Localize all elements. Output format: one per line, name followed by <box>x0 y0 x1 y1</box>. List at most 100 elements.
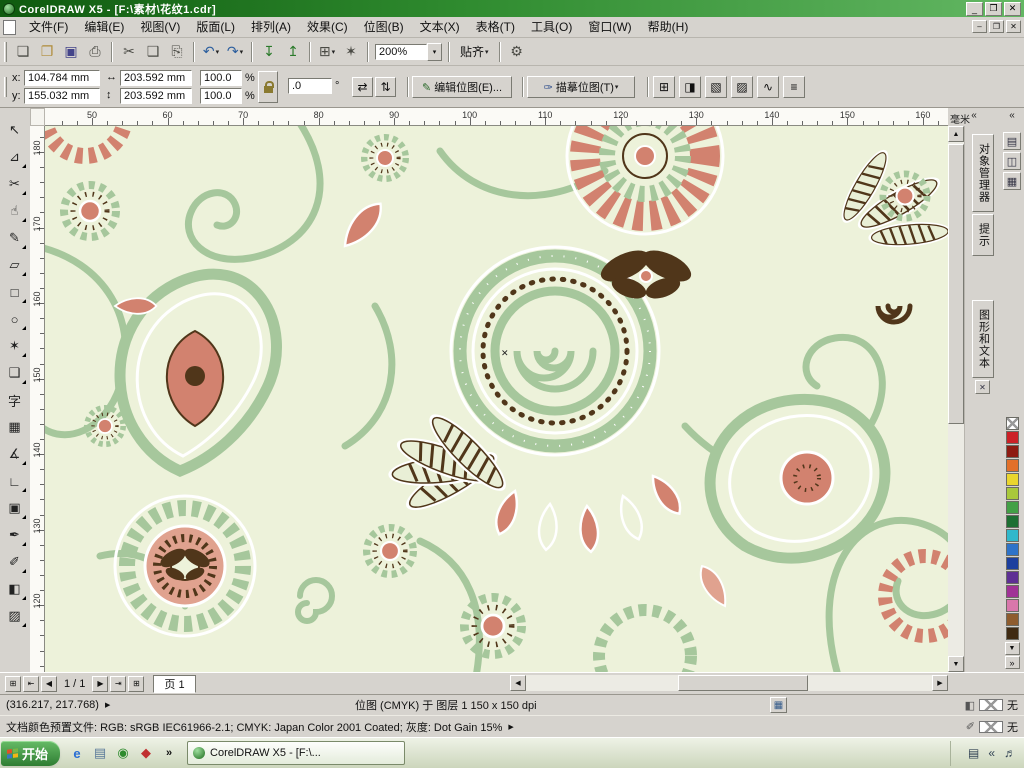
paste-button[interactable]: ⎘ <box>165 40 189 64</box>
zoom-dropdown-icon[interactable]: ▾ <box>427 43 442 61</box>
document-icon[interactable] <box>3 20 16 35</box>
wrap-text-button[interactable]: ≡ <box>783 76 805 98</box>
docker-tab2-0[interactable]: 图形和文本 <box>972 300 994 378</box>
dimension-tool[interactable]: ∡ <box>3 442 27 466</box>
menu-item-7[interactable]: 文本(X) <box>412 18 468 37</box>
polygon-tool[interactable]: ✶ <box>3 334 27 358</box>
vertical-scrollbar[interactable]: ▲ ▼ <box>948 126 964 672</box>
menu-item-1[interactable]: 编辑(E) <box>76 18 132 37</box>
color-swatch-5[interactable] <box>1006 487 1019 500</box>
outline-indicator[interactable]: ✐ 无 <box>966 719 1018 735</box>
mirror-vertical-button[interactable]: ⇅ <box>375 77 396 97</box>
zoom-level-value[interactable]: 200% <box>375 44 427 60</box>
scroll-up-button[interactable]: ▲ <box>948 126 964 142</box>
resample-bitmap-button[interactable]: ⊞ <box>653 76 675 98</box>
horizontal-scroll-thumb[interactable] <box>678 675 808 691</box>
table-tool[interactable]: ▦ <box>3 415 27 439</box>
color-swatch-8[interactable] <box>1006 529 1019 542</box>
object-height-field[interactable]: 203.592 mm <box>120 88 192 104</box>
color-swatch-15[interactable] <box>1006 627 1019 640</box>
new-document-button[interactable]: ❏ <box>11 40 35 64</box>
close-button[interactable]: ✕ <box>1004 2 1021 16</box>
docker-tab-0[interactable]: 对象管理器 <box>972 134 994 212</box>
docker-tab-1[interactable]: 提示 <box>972 214 994 256</box>
crop-tool[interactable]: ✂ <box>3 172 27 196</box>
freehand-tool[interactable]: ✎ <box>3 226 27 250</box>
menu-item-11[interactable]: 帮助(H) <box>640 18 697 37</box>
desktop-quick-icon[interactable]: ▤ <box>90 743 110 763</box>
curve-smoothness-button[interactable]: ∿ <box>757 76 779 98</box>
page-tab[interactable]: 页 1 <box>153 675 195 693</box>
text-tool[interactable]: 字 <box>3 388 27 412</box>
edit-bitmap-button[interactable]: ✎ 编辑位图(E)... <box>412 76 512 98</box>
export-button[interactable]: ↥ <box>281 40 305 64</box>
vertical-scroll-thumb[interactable] <box>948 144 964 424</box>
connector-tool[interactable]: ∟ <box>3 469 27 493</box>
coreldraw-task-button[interactable]: CorelDRAW X5 - [F:\... <box>187 741 405 765</box>
zoom-level-combo[interactable]: 200%▾ <box>375 43 442 61</box>
docker-close-button[interactable]: ✕ <box>975 380 990 394</box>
status-flyout-icon[interactable]: ▶ <box>105 701 110 709</box>
redo-button[interactable]: ↷▾ <box>223 40 247 64</box>
bitmap-image[interactable] <box>45 126 948 672</box>
eyedropper-tool[interactable]: ✒ <box>3 523 27 547</box>
propbar-grip[interactable] <box>4 77 7 97</box>
menu-item-0[interactable]: 文件(F) <box>21 18 76 37</box>
scroll-right-button[interactable]: ▶ <box>932 675 948 691</box>
color-swatch-11[interactable] <box>1006 571 1019 584</box>
minimize-button[interactable]: _ <box>966 2 983 16</box>
collapse-tray-icon[interactable]: « <box>988 746 995 760</box>
ie-quick-icon[interactable]: e <box>67 743 87 763</box>
ime-tray-icon[interactable]: ▤ <box>968 746 979 760</box>
save-button[interactable]: ▣ <box>59 40 83 64</box>
ellipse-tool[interactable]: ○ <box>3 307 27 331</box>
quick-launch-overflow-icon[interactable]: » <box>159 743 179 763</box>
color-swatch-9[interactable] <box>1006 543 1019 556</box>
outline-pen-tool[interactable]: ✐ <box>3 550 27 574</box>
shape-tool[interactable]: ⊿ <box>3 145 27 169</box>
docker-hints-button[interactable]: ◫ <box>1003 152 1021 170</box>
rotation-angle-field[interactable]: .0 <box>288 78 332 94</box>
rectangle-tool[interactable]: □ <box>3 280 27 304</box>
media-quick-icon[interactable]: ◆ <box>136 743 156 763</box>
mirror-horizontal-button[interactable]: ⇄ <box>352 77 373 97</box>
last-page-button[interactable]: ⇥ <box>110 676 126 692</box>
toolbar-grip[interactable] <box>4 42 7 62</box>
color-swatch-2[interactable] <box>1006 445 1019 458</box>
menu-item-5[interactable]: 效果(C) <box>299 18 356 37</box>
docker-properties-button[interactable]: ▦ <box>1003 172 1021 190</box>
scroll-left-button[interactable]: ◀ <box>510 675 526 691</box>
color-swatch-7[interactable] <box>1006 515 1019 528</box>
first-page-button[interactable]: ⇤ <box>23 676 39 692</box>
fill-tool[interactable]: ◧ <box>3 577 27 601</box>
menu-item-6[interactable]: 位图(B) <box>356 18 412 37</box>
color-swatch-3[interactable] <box>1006 459 1019 472</box>
color-swatch-6[interactable] <box>1006 501 1019 514</box>
coreldraw-quick-icon[interactable]: ◉ <box>113 743 133 763</box>
scale-y-field[interactable]: 100.0 <box>200 88 242 104</box>
menu-item-8[interactable]: 表格(T) <box>468 18 523 37</box>
mdi-close-button[interactable]: ✕ <box>1006 20 1021 33</box>
menu-item-4[interactable]: 排列(A) <box>243 18 299 37</box>
print-button[interactable]: ⎙ <box>83 40 107 64</box>
palette-collapse-icon[interactable]: « <box>1004 110 1020 121</box>
color-swatch-12[interactable] <box>1006 585 1019 598</box>
options-button[interactable]: ⚙ <box>505 40 529 64</box>
horizontal-scrollbar[interactable]: ◀ ▶ <box>510 675 948 691</box>
color-swatch-1[interactable] <box>1006 431 1019 444</box>
horizontal-ruler[interactable]: 5060708090100110120130140150160 <box>45 108 948 126</box>
undo-button[interactable]: ↶▾ <box>199 40 223 64</box>
vertical-ruler[interactable]: 180170160150140130120 <box>30 126 45 672</box>
ruler-origin-button[interactable] <box>30 108 45 126</box>
menu-item-3[interactable]: 版面(L) <box>188 18 243 37</box>
color-swatch-10[interactable] <box>1006 557 1019 570</box>
open-button[interactable]: ❐ <box>35 40 59 64</box>
trace-bitmap-button[interactable]: ✑ 描摹位图(T) ▾ <box>527 76 635 98</box>
scale-x-field[interactable]: 100.0 <box>200 70 242 86</box>
menu-item-9[interactable]: 工具(O) <box>523 18 580 37</box>
color-swatch-0[interactable] <box>1006 417 1019 430</box>
cut-button[interactable]: ✂ <box>117 40 141 64</box>
drawing-canvas[interactable]: ✕ <box>45 126 948 672</box>
palette-expand-button[interactable]: » <box>1005 656 1020 669</box>
welcome-screen-button[interactable]: ✶ <box>339 40 363 64</box>
